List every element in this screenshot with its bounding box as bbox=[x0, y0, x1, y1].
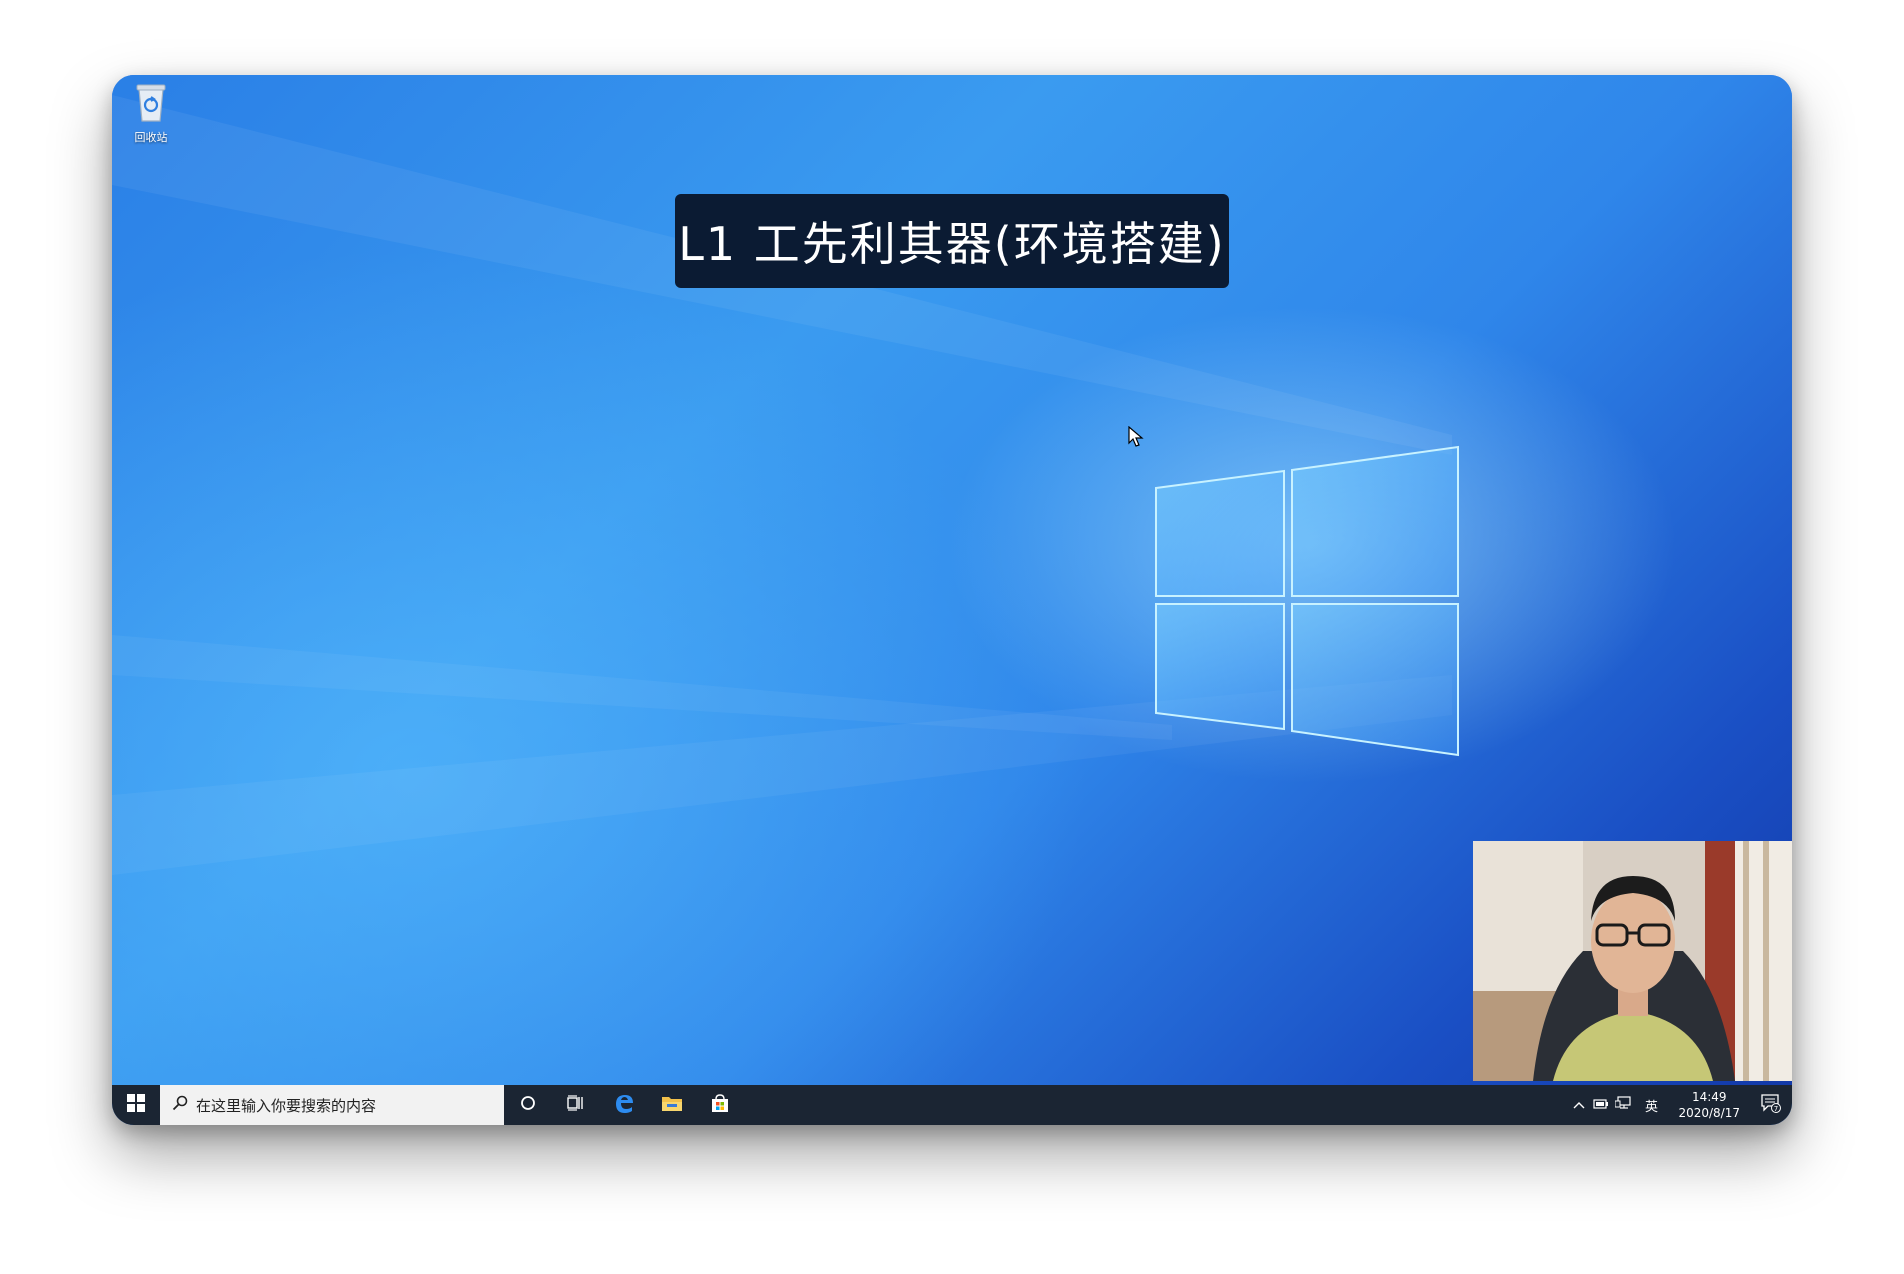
recycle-bin-icon bbox=[131, 84, 171, 127]
notification-icon: 7 bbox=[1760, 1093, 1782, 1117]
taskbar-clock[interactable]: 14:49 2020/8/17 bbox=[1668, 1089, 1750, 1121]
folder-icon bbox=[661, 1094, 683, 1116]
input-method-indicator[interactable]: 英 bbox=[1634, 1085, 1668, 1125]
clock-time: 14:49 bbox=[1691, 1090, 1727, 1104]
network-icon bbox=[1614, 1096, 1632, 1114]
network-button[interactable] bbox=[1612, 1085, 1634, 1125]
action-center-button[interactable]: 7 bbox=[1750, 1085, 1792, 1125]
edge-icon bbox=[613, 1092, 635, 1118]
task-view-icon bbox=[567, 1095, 585, 1115]
mouse-cursor-icon bbox=[1128, 426, 1144, 447]
windows-start-icon bbox=[127, 1094, 145, 1116]
search-placeholder: 在这里输入你要搜索的内容 bbox=[196, 1096, 377, 1115]
task-view-button[interactable] bbox=[552, 1085, 600, 1125]
store-icon bbox=[710, 1093, 730, 1117]
taskbar-search-box[interactable]: 在这里输入你要搜索的内容 bbox=[160, 1085, 504, 1125]
lesson-title-banner: L1 工先利其器(环境搭建) bbox=[675, 194, 1229, 288]
store-button[interactable] bbox=[696, 1085, 744, 1125]
battery-button[interactable] bbox=[1590, 1085, 1612, 1125]
desktop-icon-recycle-bin[interactable]: 回收站 bbox=[122, 81, 180, 144]
webcam-overlay bbox=[1473, 841, 1792, 1081]
file-explorer-button[interactable] bbox=[648, 1085, 696, 1125]
presenter-video-frame bbox=[1473, 841, 1792, 1081]
taskbar: 在这里输入你要搜索的内容 英 14:49 2020/8/17 7 bbox=[112, 1085, 1792, 1125]
screen-frame: 回收站 L1 工先利其器(环境搭建) 在这里输入你要搜索的内容 英 14:49 … bbox=[112, 75, 1792, 1125]
edge-button[interactable] bbox=[600, 1085, 648, 1125]
clock-date: 2020/8/17 bbox=[1678, 1106, 1740, 1120]
lesson-title: L1 工先利其器(环境搭建) bbox=[678, 217, 1226, 271]
search-icon bbox=[172, 1095, 188, 1115]
desktop[interactable]: 回收站 L1 工先利其器(环境搭建) bbox=[112, 75, 1792, 1085]
system-tray: 英 14:49 2020/8/17 7 bbox=[1568, 1085, 1792, 1125]
chevron-up-icon bbox=[1573, 1098, 1585, 1113]
start-button[interactable] bbox=[112, 1085, 160, 1125]
windows-logo-graphic bbox=[1155, 445, 1459, 757]
notification-count: 7 bbox=[1774, 1105, 1778, 1113]
cortana-button[interactable] bbox=[504, 1085, 552, 1125]
recycle-bin-label: 回收站 bbox=[134, 131, 168, 144]
show-hidden-icons-button[interactable] bbox=[1568, 1085, 1590, 1125]
circle-icon bbox=[520, 1095, 536, 1115]
battery-icon bbox=[1593, 1098, 1609, 1113]
